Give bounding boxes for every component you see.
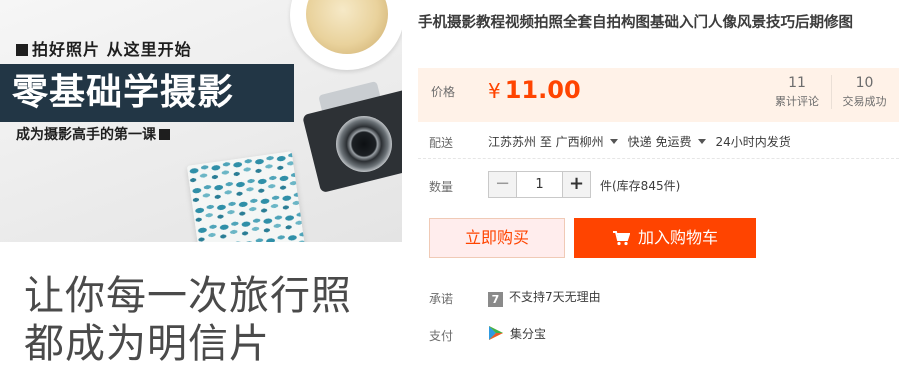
notebook-graphic: [186, 151, 306, 242]
add-to-cart-button[interactable]: 加入购物车: [574, 218, 756, 258]
shipping-label: 配送: [429, 136, 454, 150]
hero-tag-bottom: 成为摄影高手的第一课: [16, 124, 170, 144]
promise-label: 承诺: [429, 292, 454, 306]
coffee-cup-graphic: [290, 0, 402, 70]
chevron-down-icon: [609, 139, 618, 144]
divider: [418, 158, 899, 159]
jifenbao-icon: [488, 325, 504, 344]
ship-dispatch: 24小时内发货: [715, 135, 791, 149]
increase-button[interactable]: +: [563, 172, 590, 197]
promise-text: 不支持7天无理由: [509, 290, 601, 304]
buy-now-button[interactable]: 立即购买: [429, 218, 565, 258]
reviews-count: 11: [788, 75, 806, 91]
price-value: ¥11.00: [488, 76, 581, 104]
ship-to-select[interactable]: 广西柳州: [556, 135, 628, 149]
sales-count: 10: [855, 75, 874, 91]
payment-label: 支付: [429, 329, 454, 343]
square-bullet-icon: [16, 44, 28, 56]
chevron-down-icon: [697, 139, 706, 144]
quantity-stepper: − 1 +: [488, 171, 591, 198]
camera-graphic: [302, 81, 402, 194]
product-title: 手机摄影教程视频拍照全套自拍构图基础入门人像风景技巧后期修图: [418, 15, 853, 31]
promise-row: 7 不支持7天无理由: [488, 288, 601, 307]
product-image[interactable]: 拍好照片 从这里开始 零基础学摄影 成为摄影高手的第一课 让你每一次旅行照 都成…: [0, 0, 402, 382]
quantity-input[interactable]: 1: [516, 172, 563, 197]
price-label: 价格: [431, 85, 456, 99]
payment-method[interactable]: 集分宝: [510, 327, 546, 341]
seven-day-badge-icon: 7: [488, 292, 503, 307]
ship-from: 江苏苏州 至: [488, 135, 552, 149]
ship-method-select[interactable]: 快递 免运费: [628, 135, 716, 149]
reviews-label[interactable]: 累计评论: [764, 93, 830, 109]
sales-stat: 10 交易成功: [831, 75, 897, 109]
stock-info: 件(库存845件): [600, 179, 681, 193]
sales-label: 交易成功: [842, 95, 887, 108]
quantity-label: 数量: [429, 180, 454, 194]
hero-banner: 零基础学摄影: [0, 64, 294, 122]
shipping-row: 江苏苏州 至 广西柳州 快递 免运费 24小时内发货: [488, 133, 791, 150]
product-photo: 拍好照片 从这里开始 零基础学摄影 成为摄影高手的第一课: [0, 0, 402, 242]
product-details: 手机摄影教程视频拍照全套自拍构图基础入门人像风景技巧后期修图 价格 ¥11.00…: [418, 0, 899, 382]
hero-slogan: 让你每一次旅行照 都成为明信片: [24, 273, 352, 367]
payment-row: 集分宝: [488, 325, 546, 344]
reviews-stat[interactable]: 11 累计评论: [764, 75, 830, 109]
hero-tag-top: 拍好照片 从这里开始: [16, 36, 192, 60]
decrease-button[interactable]: −: [489, 172, 516, 197]
price-panel: 价格 ¥11.00 11 累计评论 10 交易成功: [418, 68, 899, 122]
shopping-cart-icon: [612, 222, 631, 260]
square-bullet-icon: [159, 129, 170, 140]
